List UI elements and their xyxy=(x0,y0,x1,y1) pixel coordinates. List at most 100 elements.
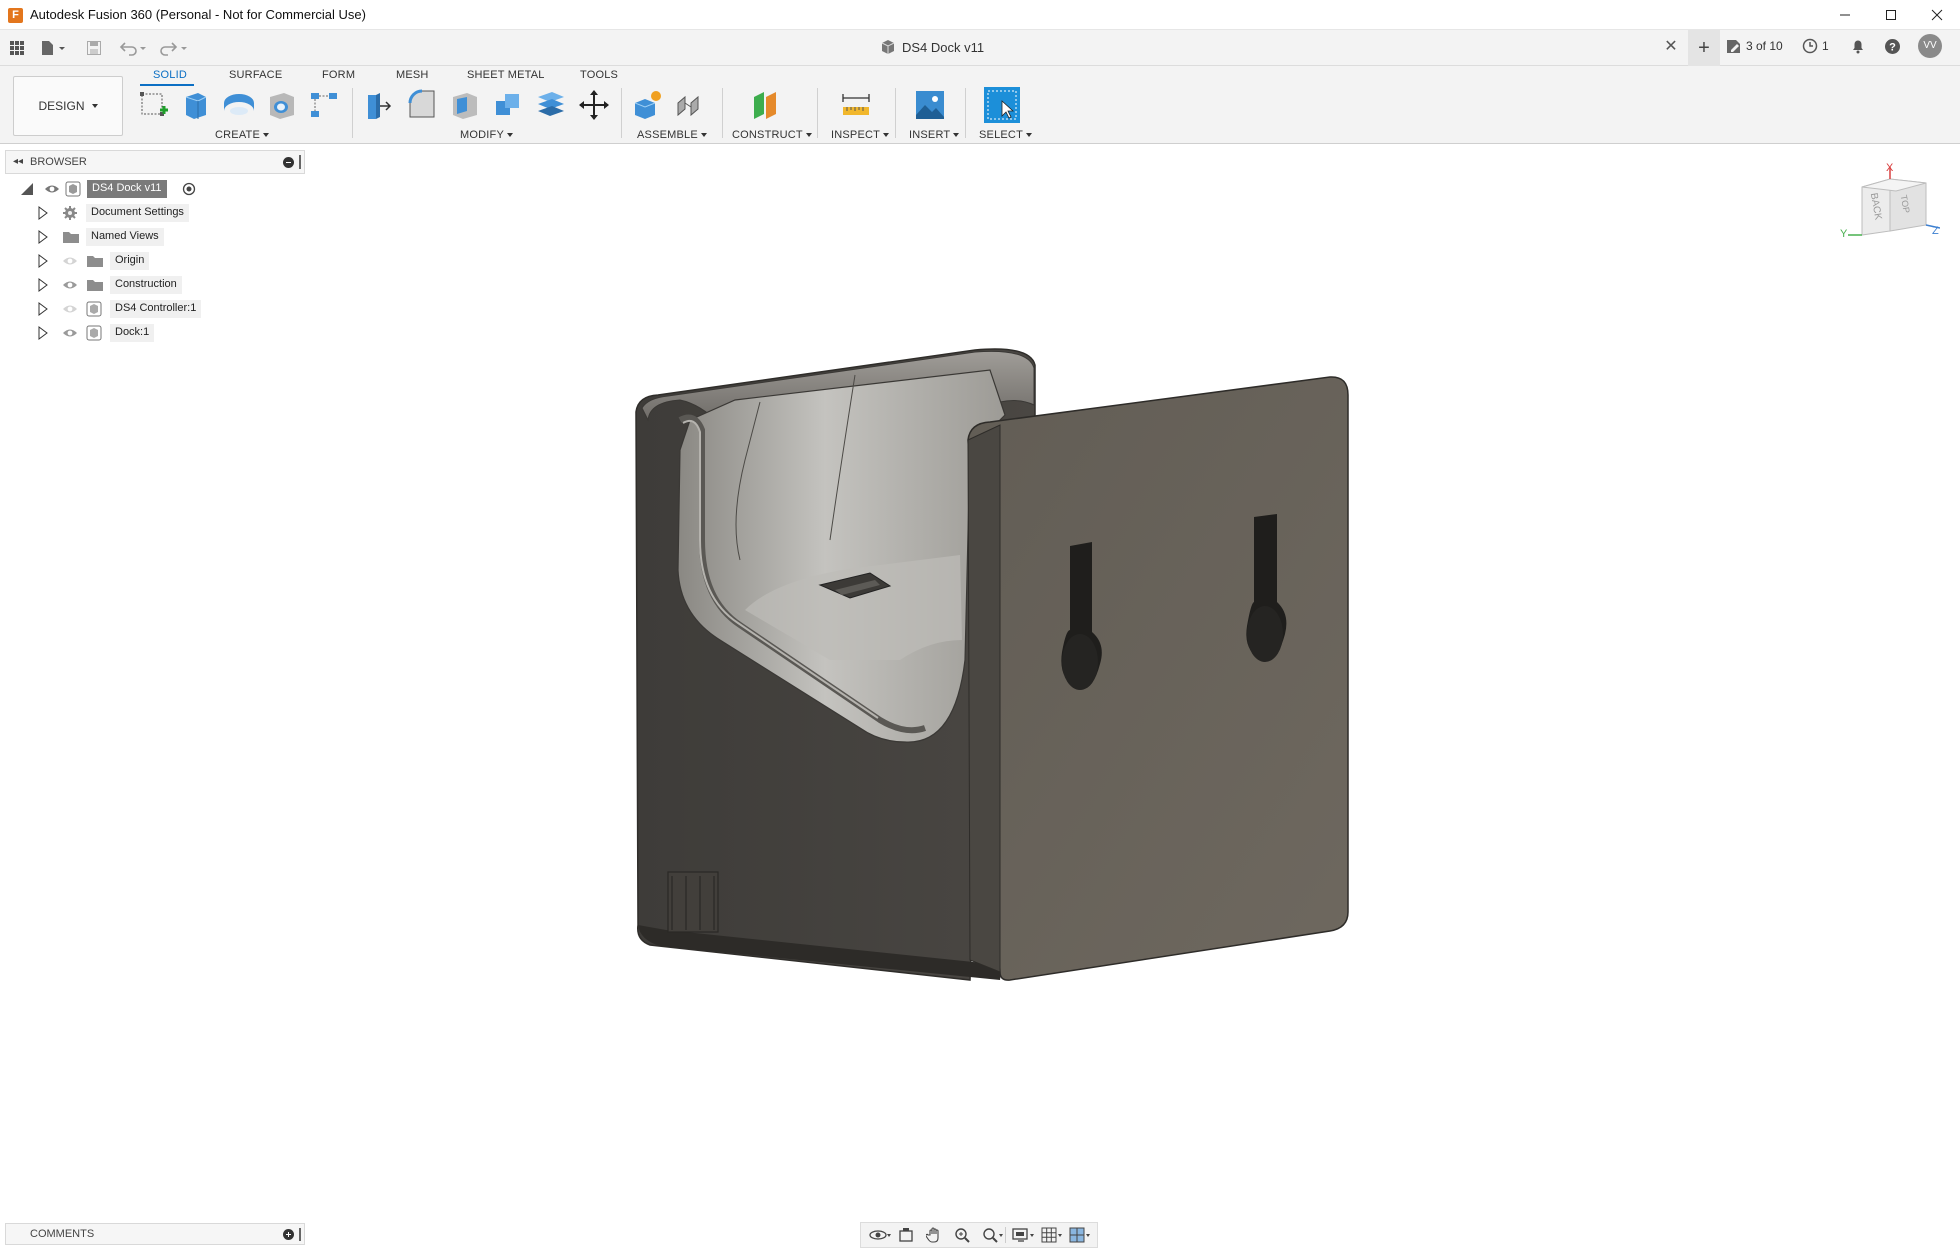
extrude-button[interactable] xyxy=(178,87,214,123)
modify-menu[interactable]: MODIFY xyxy=(460,129,513,141)
expand-triangle-icon[interactable] xyxy=(38,230,48,244)
browser-item-named-views[interactable]: Named Views xyxy=(38,227,238,247)
document-tab[interactable]: DS4 Dock v11 xyxy=(880,39,984,55)
tab-solid[interactable]: SOLID xyxy=(153,69,187,81)
orbit-button[interactable] xyxy=(865,1224,891,1246)
tab-sheet-metal[interactable]: SHEET METAL xyxy=(467,69,545,81)
browser-item-origin[interactable]: Origin xyxy=(38,251,238,271)
browser-panel: ◂◂ BROWSER xyxy=(5,150,305,174)
expand-triangle-icon[interactable] xyxy=(38,326,48,340)
collapse-panel-button[interactable]: ◂◂ xyxy=(13,156,23,167)
version-indicator[interactable]: 3 of 10 xyxy=(1726,38,1783,54)
job-status[interactable]: 1 xyxy=(1802,38,1829,54)
display-monitor-icon xyxy=(1012,1228,1028,1242)
view-cube[interactable]: BACK TOP X Y Z xyxy=(1840,162,1941,245)
version-label: 3 of 10 xyxy=(1746,39,1783,53)
undo-icon[interactable] xyxy=(117,38,149,58)
pan-button[interactable] xyxy=(921,1224,947,1246)
model-viewport[interactable] xyxy=(0,0,1960,1252)
create-menu[interactable]: CREATE xyxy=(215,129,270,141)
chevron-down-icon xyxy=(1026,133,1032,138)
quick-access-bar: DS4 Dock v11 ✕ + 3 of 10 1 ? VV xyxy=(0,30,1960,66)
add-comment-button[interactable] xyxy=(283,1229,294,1240)
joint-button[interactable] xyxy=(672,87,708,123)
select-button[interactable] xyxy=(984,87,1020,123)
new-tab-button[interactable]: + xyxy=(1688,30,1720,66)
notifications-button[interactable] xyxy=(1850,38,1866,54)
move-copy-button[interactable] xyxy=(576,87,612,123)
minimize-panel-button[interactable] xyxy=(283,157,294,168)
browser-root-node[interactable]: DS4 Dock v11 xyxy=(20,178,210,200)
view-cube-icon xyxy=(1848,167,1941,236)
select-menu[interactable]: SELECT xyxy=(979,129,1032,141)
look-at-button[interactable] xyxy=(893,1224,919,1246)
assemble-menu[interactable]: ASSEMBLE xyxy=(637,129,707,141)
comments-panel[interactable]: COMMENTS xyxy=(5,1223,305,1245)
chevron-down-icon xyxy=(263,133,270,138)
close-tab-button[interactable]: ✕ xyxy=(1662,38,1680,56)
revolve-button[interactable] xyxy=(221,87,257,123)
activate-radio-icon[interactable] xyxy=(182,182,196,196)
tab-surface[interactable]: SURFACE xyxy=(229,69,282,81)
eye-hidden-icon[interactable] xyxy=(62,255,78,267)
close-window-button[interactable] xyxy=(1914,0,1960,30)
insert-menu[interactable]: INSERT xyxy=(909,129,960,141)
measure-ruler-icon xyxy=(842,94,870,115)
offset-plane-button[interactable] xyxy=(748,87,784,123)
file-menu-icon[interactable] xyxy=(38,38,68,58)
select-cursor-icon xyxy=(987,90,1017,120)
tab-tools[interactable]: TOOLS xyxy=(580,69,618,81)
viewports-button[interactable] xyxy=(1064,1224,1090,1246)
shell-button[interactable] xyxy=(447,87,483,123)
zoom-button[interactable] xyxy=(949,1224,975,1246)
display-settings-button[interactable] xyxy=(1008,1224,1034,1246)
minimize-button[interactable] xyxy=(1822,0,1868,30)
panel-grip-icon[interactable] xyxy=(299,1228,301,1241)
browser-item-ds4-controller[interactable]: DS4 Controller:1 xyxy=(38,299,238,319)
inspect-menu[interactable]: INSPECT xyxy=(831,129,890,141)
combine-button[interactable] xyxy=(490,87,526,123)
workspace-switcher[interactable]: DESIGN xyxy=(13,76,123,136)
construct-label: CONSTRUCT xyxy=(732,129,803,141)
browser-item-dock[interactable]: Dock:1 xyxy=(38,323,238,343)
component-icon xyxy=(881,40,895,54)
insert-canvas-button[interactable] xyxy=(912,87,948,123)
browser-item-construction[interactable]: Construction xyxy=(38,275,238,295)
tab-mesh[interactable]: MESH xyxy=(396,69,429,81)
measure-button[interactable] xyxy=(838,87,874,123)
pattern-button[interactable] xyxy=(306,87,342,123)
create-sketch-button[interactable] xyxy=(136,87,172,123)
eye-icon[interactable] xyxy=(44,183,60,195)
expand-triangle-icon[interactable] xyxy=(38,206,48,220)
divider xyxy=(965,88,966,138)
eye-icon[interactable] xyxy=(62,327,78,339)
modify-label: MODIFY xyxy=(460,129,504,141)
redo-icon[interactable] xyxy=(158,38,190,58)
grid-settings-button[interactable] xyxy=(1036,1224,1062,1246)
eye-hidden-icon[interactable] xyxy=(62,303,78,315)
construct-menu[interactable]: CONSTRUCT xyxy=(732,129,812,141)
hole-button[interactable] xyxy=(264,87,300,123)
help-button[interactable]: ? xyxy=(1884,38,1901,55)
new-component-icon xyxy=(634,91,661,119)
maximize-button[interactable] xyxy=(1868,0,1914,30)
browser-item-document-settings[interactable]: Document Settings xyxy=(38,203,238,223)
collapse-triangle-icon[interactable] xyxy=(20,182,34,196)
chevron-down-icon xyxy=(91,104,98,108)
press-pull-button[interactable] xyxy=(360,87,396,123)
root-component-label: DS4 Dock v11 xyxy=(87,180,167,198)
fillet-button[interactable] xyxy=(404,87,440,123)
new-component-button[interactable] xyxy=(629,87,665,123)
eye-icon[interactable] xyxy=(62,279,78,291)
expand-triangle-icon[interactable] xyxy=(38,254,48,268)
save-icon[interactable] xyxy=(84,38,104,58)
tab-form[interactable]: FORM xyxy=(322,69,355,81)
split-body-button[interactable] xyxy=(533,87,569,123)
user-avatar[interactable]: VV xyxy=(1918,34,1942,58)
data-panel-grid-icon[interactable] xyxy=(7,38,27,58)
panel-grip-icon[interactable] xyxy=(299,155,301,169)
expand-triangle-icon[interactable] xyxy=(38,278,48,292)
expand-triangle-icon[interactable] xyxy=(38,302,48,316)
fit-button[interactable] xyxy=(977,1224,1003,1246)
gear-icon xyxy=(63,206,77,220)
